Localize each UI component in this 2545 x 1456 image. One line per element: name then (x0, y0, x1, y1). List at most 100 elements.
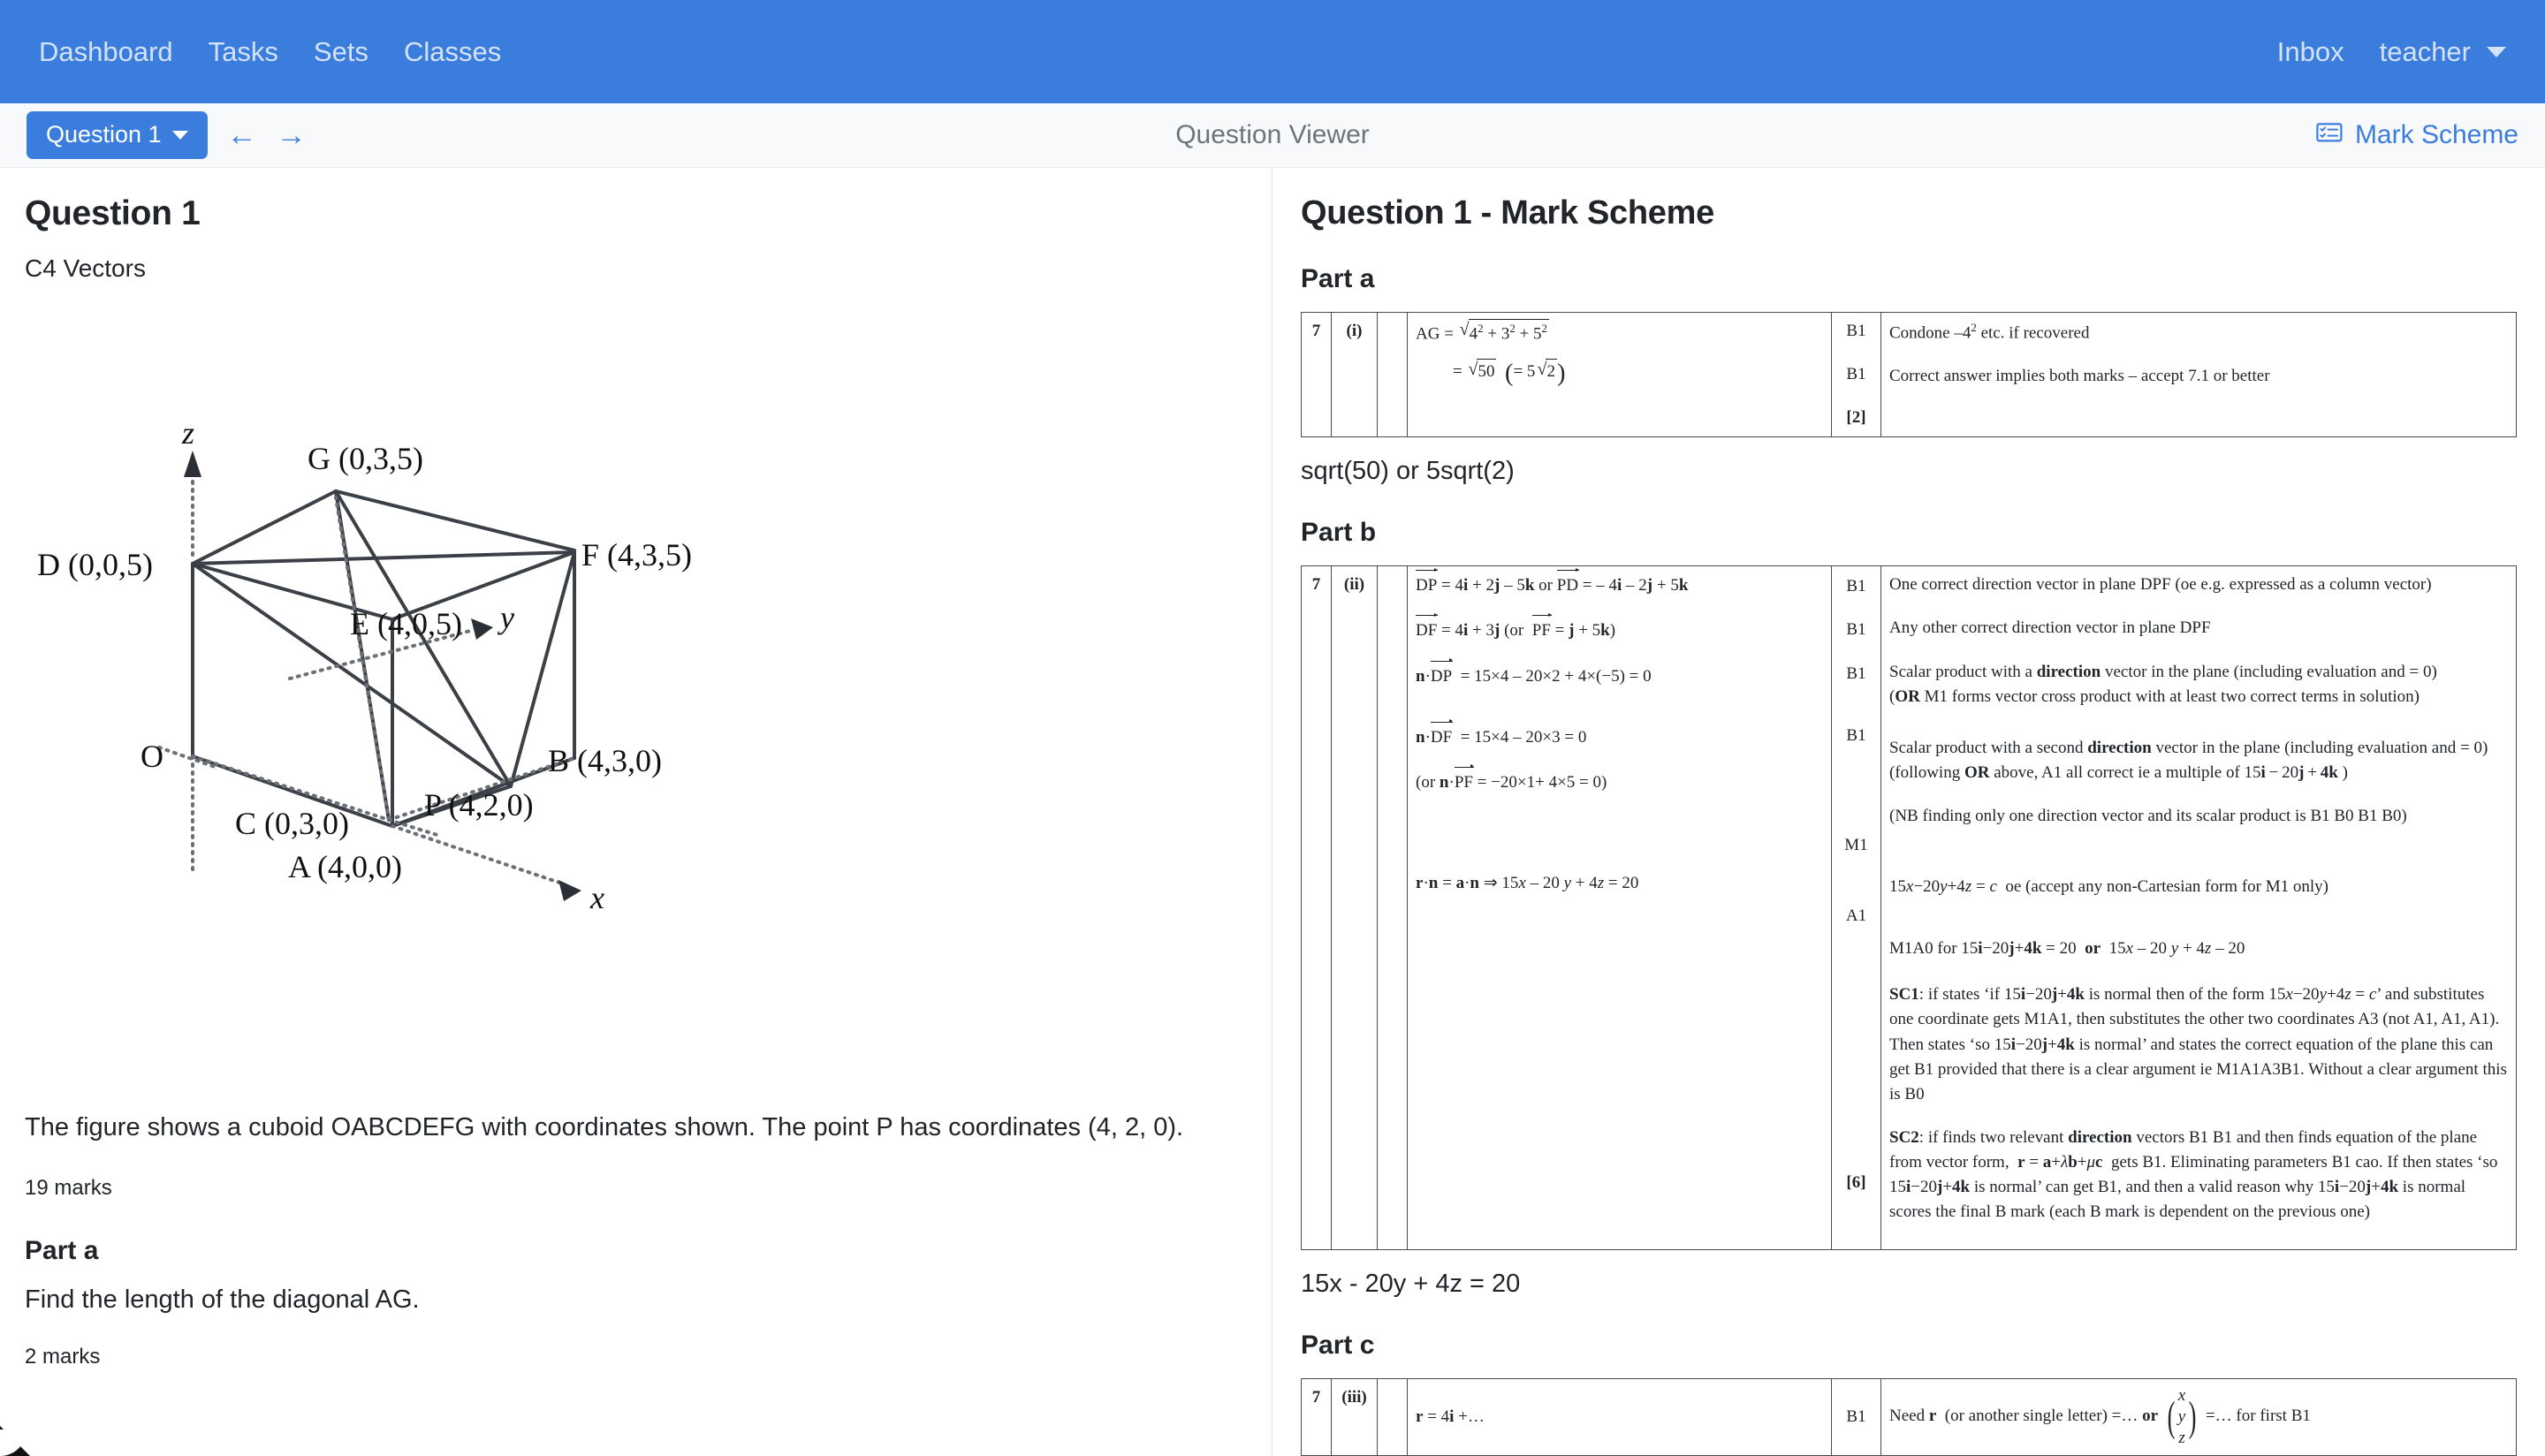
question-title: Question 1 (25, 194, 201, 232)
cell-question-number: 7 (1301, 311, 1332, 438)
nav-link-inbox[interactable]: Inbox (2277, 36, 2344, 68)
note-line: Scalar product with a direction vector i… (1889, 662, 2437, 706)
working-line: n·DP = 15×4 – 20×2 + 4×(−5) = 0 (1416, 658, 1823, 689)
cell-marks: B1 B1 B1 B1 M1 A1 [6] (1831, 565, 1881, 1251)
vertex-label-E: E (4,0,5) (350, 606, 462, 641)
question-part-a-marks: 2 marks (25, 1345, 101, 1369)
cell-notes: Condone –42 etc. if recovered Correct an… (1880, 311, 2517, 438)
mark-scheme-label: Mark Scheme (2354, 120, 2518, 149)
note-line: (NB finding only one direction vector an… (1889, 806, 2407, 825)
working-line: n·DF = 15×4 – 20×3 = 0 (1416, 719, 1823, 750)
question-selector-button[interactable]: Question 1 (27, 111, 208, 159)
mark-code: B1 (1846, 664, 1866, 683)
x-axis-arrowhead (558, 880, 581, 901)
mark-scheme-part-b-answer: 15x - 20y + 4z = 20 (1301, 1270, 1521, 1299)
note-line: SC2: if finds two relevant direction vec… (1889, 1127, 2498, 1222)
mark-total: [6] (1846, 1172, 1866, 1192)
mark-total: [2] (1846, 408, 1866, 428)
mark-scheme-table-part-c: 7 (iii) r = 4i +… B1 Need r (or another … (1301, 1378, 2517, 1456)
nav-link-tasks[interactable]: Tasks (209, 36, 278, 68)
working-line: DF = 4i + 3j (or PF = j + 5k) (1416, 612, 1823, 643)
top-navbar: Dashboard Tasks Sets Classes Inbox teach… (0, 0, 2545, 103)
cell-part-number: (i) (1331, 311, 1378, 438)
cell-marks: B1 (1831, 1378, 1881, 1456)
question-panel: Question 1 C4 Vectors z y x D (0,0,5) G … (0, 168, 1272, 1456)
question-total-marks: 19 marks (25, 1176, 112, 1201)
cuboid-figure: z y x D (0,0,5) G (0,3,5) F (4,3,5) E (4… (25, 290, 1253, 1089)
mark-code: B1 (1846, 620, 1866, 640)
mark-scheme-icon (2316, 120, 2343, 150)
axis-label-z: z (181, 415, 194, 451)
note-line-cont: =… for first B1 (2205, 1407, 2311, 1426)
axis-label-x: x (589, 880, 604, 915)
vertex-label-F: F (4,3,5) (581, 537, 692, 573)
mark-scheme-part-a-answer: sqrt(50) or 5sqrt(2) (1301, 457, 1515, 486)
table-row: 7 (iii) r = 4i +… B1 Need r (or another … (1301, 1378, 2517, 1456)
note-line: Need r (or another single letter) =… or (1889, 1407, 2159, 1426)
chevron-down-icon (2487, 46, 2506, 57)
mark-scheme-toggle[interactable]: Mark Scheme (2316, 120, 2518, 150)
cell-working: DP = 4i + 2j – 5k or PD = – 4i – 2j + 5k… (1407, 565, 1832, 1251)
note-line: Correct answer implies both marks – acce… (1889, 367, 2270, 386)
note-line: Any other correct direction vector in pl… (1889, 618, 2211, 638)
working-line: r·n = a·n ⇒ 15x – 20 y + 4z = 20 (1416, 873, 1639, 892)
note-line: Scalar product with a second direction v… (1889, 738, 2488, 782)
secondary-nav: Inbox teacher (2277, 36, 2506, 68)
cell-spacer (1377, 311, 1408, 438)
cell-working: AG = 42 + 32 + 52 = 50 (= 52) (1407, 311, 1832, 438)
cell-part-number: (ii) (1331, 565, 1378, 1251)
question-subtitle: C4 Vectors (25, 254, 146, 282)
vertex-label-C: C (0,3,0) (235, 806, 349, 841)
mark-code: B1 (1846, 322, 1866, 340)
note-line: One correct direction vector in plane DP… (1889, 575, 2432, 595)
cell-marks: B1 B1 [2] (1831, 311, 1881, 438)
vertex-label-D: D (0,0,5) (37, 547, 153, 582)
table-row: 7 (ii) DP = 4i + 2j – 5k or PD = – 4i – … (1301, 565, 2517, 1251)
previous-question-arrow-icon[interactable]: ← (227, 120, 257, 150)
working-line: DP = 4i + 2j – 5k or PD = – 4i – 2j + 5k (1416, 567, 1823, 598)
primary-nav: Dashboard Tasks Sets Classes (39, 36, 501, 68)
question-part-a-text: Find the length of the diagonal AG. (25, 1285, 420, 1315)
working-line: (or n·PF = −20×1+ 4×5 = 0) (1416, 764, 1823, 795)
z-axis-arrowhead (184, 451, 201, 477)
mark-code: B1 (1846, 725, 1866, 745)
content-panels: Question 1 C4 Vectors z y x D (0,0,5) G … (0, 168, 2545, 1456)
cell-question-number: 7 (1301, 565, 1332, 1251)
user-menu-label: teacher (2379, 35, 2471, 67)
question-body: The figure shows a cuboid OABCDEFG with … (25, 1113, 1184, 1141)
y-axis-arrowhead (471, 618, 493, 640)
question-part-a-heading: Part a (25, 1236, 99, 1266)
table-row: 7 (i) AG = 42 + 32 + 52 = 50 (= 52) B1 B… (1301, 311, 2517, 438)
axis-label-y: y (498, 600, 514, 635)
next-question-arrow-icon[interactable]: → (277, 120, 307, 150)
cell-spacer (1377, 1378, 1408, 1456)
working-line: r = 4i +… (1416, 1407, 1485, 1426)
mark-code: B1 (1846, 365, 1866, 384)
cell-working: r = 4i +… (1407, 1378, 1832, 1456)
nav-link-sets[interactable]: Sets (314, 36, 368, 68)
note-line: 15x−20y+4z = c oe (accept any non-Cartes… (1889, 877, 2328, 897)
chevron-down-icon (171, 130, 188, 140)
vertex-label-B: B (4,3,0) (548, 743, 662, 778)
nav-link-classes[interactable]: Classes (404, 36, 501, 68)
mark-scheme-title: Question 1 - Mark Scheme (1301, 194, 1714, 231)
vertex-label-O: O (141, 739, 163, 774)
vertex-label-G: G (0,3,5) (308, 441, 423, 476)
note-line: M1A0 for 15i−20j+4k = 20 or 15x – 20 y +… (1889, 939, 2245, 959)
nav-link-dashboard[interactable]: Dashboard (39, 36, 173, 68)
user-menu[interactable]: teacher (2380, 36, 2506, 68)
note-line: Condone –42 etc. if recovered (1889, 321, 2090, 343)
mark-scheme-table-part-a: 7 (i) AG = 42 + 32 + 52 = 50 (= 52) B1 B… (1301, 311, 2517, 438)
mark-scheme-panel: Question 1 - Mark Scheme Part a 7 (i) AG… (1272, 168, 2545, 1456)
question-toolbar: Question 1 ← → Question Viewer Mark Sche… (0, 103, 2545, 168)
column-vector: ( xyz ) (2167, 1386, 2197, 1447)
mark-code: M1 (1844, 835, 1868, 854)
mark-scheme-table-part-b: 7 (ii) DP = 4i + 2j – 5k or PD = – 4i – … (1301, 565, 2517, 1251)
cell-spacer (1377, 565, 1408, 1251)
vertex-label-A: A (4,0,0) (288, 849, 402, 884)
mark-code: A1 (1845, 906, 1867, 925)
note-line: SC1: if states ‘if 15i−20j+4k is normal … (1889, 985, 2507, 1103)
question-selector-label: Question 1 (46, 121, 162, 148)
mark-code: B1 (1846, 577, 1866, 596)
cell-notes: Need r (or another single letter) =… or … (1880, 1378, 2517, 1456)
